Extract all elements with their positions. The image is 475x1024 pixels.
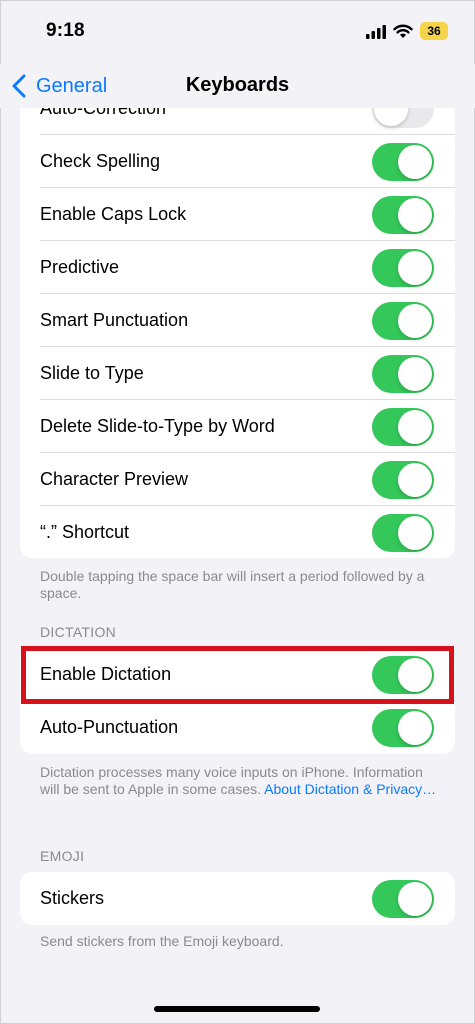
period-shortcut-footer: Double tapping the space bar will insert… (40, 568, 425, 601)
row-label: Predictive (40, 257, 120, 277)
toggle-knob (398, 881, 432, 916)
enable-caps-lock-toggle[interactable] (372, 195, 434, 234)
row-check-spelling: Check Spelling (20, 135, 455, 188)
toggle-knob (398, 144, 432, 179)
row-delete-slide-to-type-by-word: Delete Slide-to-Type by Word (20, 400, 455, 453)
toggle-knob (398, 710, 432, 745)
toggle-knob (398, 657, 432, 692)
keyboard-settings-group: Auto-Correction Check Spelling Enable Ca… (20, 82, 455, 558)
toggle-knob (398, 197, 432, 232)
row-smart-punctuation: Smart Punctuation (20, 294, 455, 347)
row-slide-to-type: Slide to Type (20, 347, 455, 400)
row-label: Slide to Type (40, 363, 144, 383)
character-preview-toggle[interactable] (372, 460, 434, 499)
row-label: Delete Slide-to-Type by Word (40, 416, 275, 436)
row-label: Auto-Punctuation (40, 717, 179, 737)
delete-slide-to-type-toggle[interactable] (372, 407, 434, 446)
row-period-shortcut: “.” Shortcut (20, 506, 455, 558)
page-title: Keyboards (185, 74, 290, 96)
cellular-signal-icon (366, 25, 386, 39)
slide-to-type-toggle[interactable] (372, 354, 434, 393)
row-label: Check Spelling (40, 151, 161, 171)
enable-dictation-toggle[interactable] (372, 655, 434, 694)
home-indicator (154, 1006, 320, 1012)
smart-punctuation-toggle[interactable] (372, 301, 434, 340)
navigation-bar: General Keyboards (0, 64, 475, 108)
toggle-knob (398, 462, 432, 497)
predictive-toggle[interactable] (372, 248, 434, 287)
status-time: 9:18 (46, 20, 85, 41)
toggle-knob (398, 303, 432, 338)
about-dictation-privacy-link[interactable]: About Dictation & Privacy… (264, 781, 436, 797)
row-label: Stickers (40, 888, 105, 908)
row-label: Enable Dictation (40, 664, 172, 684)
toggle-knob (398, 250, 432, 285)
emoji-group: Stickers (20, 872, 455, 925)
toggle-knob (398, 409, 432, 444)
row-label: “.” Shortcut (40, 522, 130, 542)
emoji-footer: Send stickers from the Emoji keyboard. (40, 933, 284, 949)
row-predictive: Predictive (20, 241, 455, 294)
battery-icon: 36 (420, 22, 448, 40)
period-shortcut-toggle[interactable] (372, 513, 434, 552)
check-spelling-toggle[interactable] (372, 142, 434, 181)
stickers-toggle[interactable] (372, 879, 434, 918)
dictation-group: Enable Dictation Auto-Punctuation (20, 648, 455, 754)
wifi-icon (393, 24, 413, 38)
toggle-knob (398, 515, 432, 550)
row-enable-dictation: Enable Dictation (20, 648, 455, 701)
row-character-preview: Character Preview (20, 453, 455, 506)
row-stickers: Stickers (20, 872, 455, 925)
row-label: Smart Punctuation (40, 310, 189, 330)
dictation-header: DICTATION (40, 624, 117, 640)
status-bar: 9:18 36 (0, 0, 475, 64)
row-auto-punctuation: Auto-Punctuation (20, 701, 455, 754)
dictation-footer: Dictation processes many voice inputs on… (40, 764, 440, 798)
emoji-header: EMOJI (40, 848, 85, 864)
row-label: Enable Caps Lock (40, 204, 187, 224)
auto-punctuation-toggle[interactable] (372, 708, 434, 747)
row-label: Character Preview (40, 469, 189, 489)
toggle-knob (398, 356, 432, 391)
row-enable-caps-lock: Enable Caps Lock (20, 188, 455, 241)
